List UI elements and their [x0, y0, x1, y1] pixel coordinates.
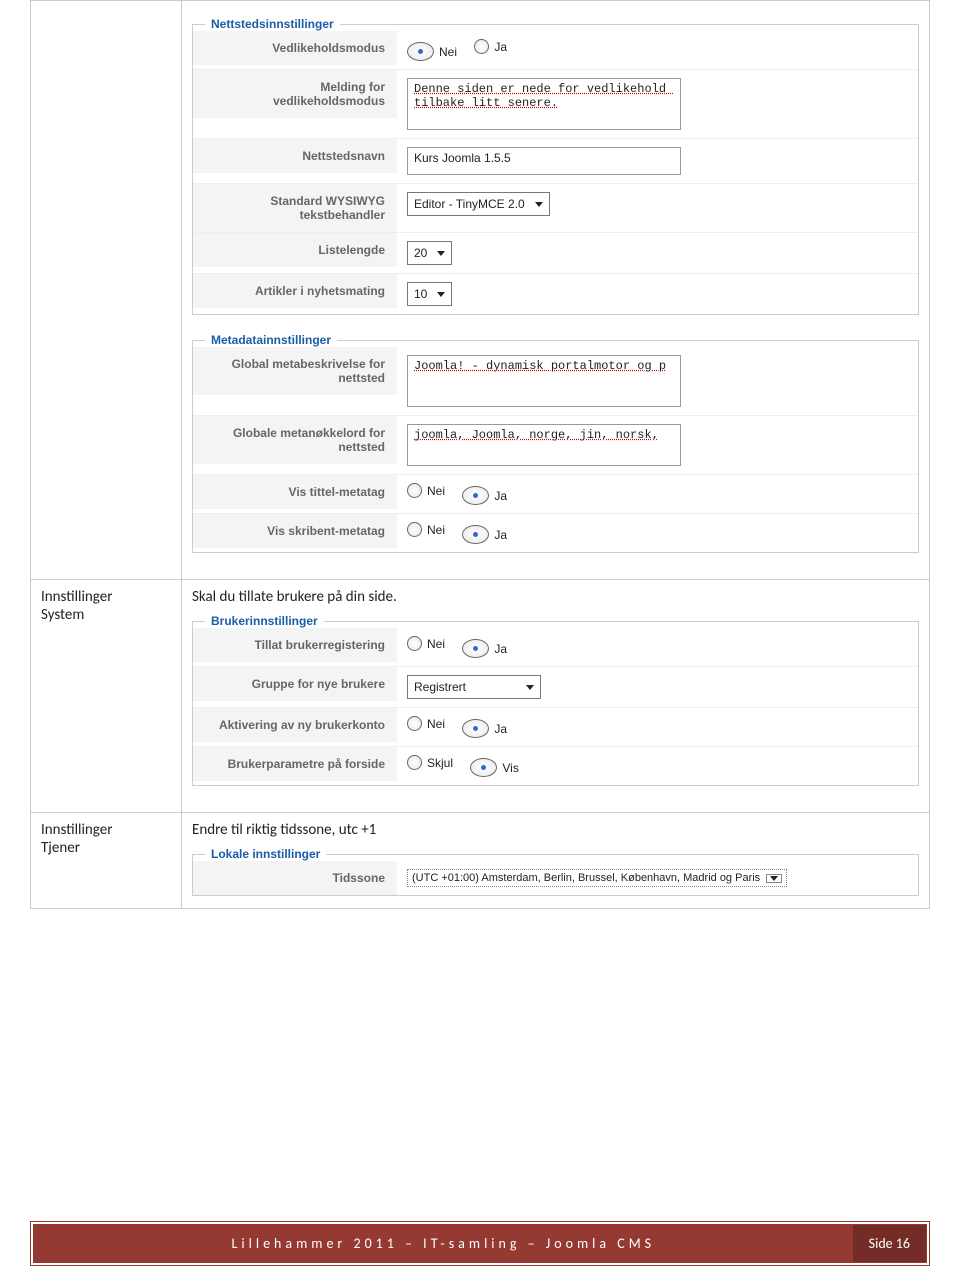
user-settings-legend: Brukerinnstillinger	[205, 614, 324, 628]
radio-icon	[407, 42, 434, 61]
group-select[interactable]: Registrert	[407, 675, 541, 699]
row3-left: Innstillinger Tjener	[31, 813, 182, 909]
site-settings-fieldset: Nettstedsinnstillinger Vedlikeholdsmodus…	[192, 17, 919, 315]
tz-select[interactable]: (UTC +01:00) Amsterdam, Berlin, Brussel,…	[407, 869, 787, 887]
radio-icon	[407, 522, 422, 537]
feedart-select[interactable]: 10	[407, 282, 452, 306]
main-table: Nettstedsinnstillinger Vedlikeholdsmodus…	[30, 0, 930, 909]
sitename-label: Nettstedsnavn	[193, 139, 397, 173]
params-hide-radio[interactable]: Skjul	[407, 755, 453, 770]
chevron-down-icon	[437, 292, 445, 297]
footer-title: Lillehammer 2011 – IT-samling – Joomla C…	[34, 1225, 853, 1262]
radio-icon	[407, 483, 422, 498]
metadesc-textarea[interactable]: Joomla! - dynamisk portalmotor og p	[407, 355, 681, 407]
chevron-down-icon	[535, 202, 543, 207]
row3-desc: Endre til riktig tidssone, utc +1	[192, 821, 919, 839]
metakeys-label: Globale metanøkkelord for nettsted	[193, 416, 397, 464]
editor-select[interactable]: Editor - TinyMCE 2.0	[407, 192, 550, 216]
maintenance-no-radio[interactable]: Nei	[407, 42, 457, 61]
site-settings-legend: Nettstedsinnstillinger	[205, 17, 340, 31]
radio-icon	[462, 639, 489, 658]
sitename-input[interactable]: Kurs Joomla 1.5.5	[407, 147, 681, 175]
row2-left: Innstillinger System	[31, 580, 182, 813]
row2-right: Skal du tillate brukere på din side. Bru…	[182, 580, 930, 813]
listlen-label: Listelengde	[193, 233, 397, 267]
radio-icon	[407, 716, 422, 731]
editor-label: Standard WYSIWYG tekstbehandler	[193, 184, 397, 232]
metakeys-textarea[interactable]: joomla, Joomla, norge, jin, norsk,	[407, 424, 681, 466]
activate-no-radio[interactable]: Nei	[407, 716, 445, 731]
titlemeta-no-radio[interactable]: Nei	[407, 483, 445, 498]
reg-yes-radio[interactable]: Ja	[462, 639, 507, 658]
maintenance-msg-label: Melding for vedlikeholdsmodus	[193, 70, 397, 118]
chevron-down-icon	[437, 251, 445, 256]
listlen-select[interactable]: 20	[407, 241, 452, 265]
meta-settings-fieldset: Metadatainnstillinger Global metabeskriv…	[192, 333, 919, 553]
page-footer: Lillehammer 2011 – IT-samling – Joomla C…	[30, 1221, 930, 1266]
radio-icon	[462, 486, 489, 505]
maintenance-label: Vedlikeholdsmodus	[193, 31, 397, 65]
row1-left	[31, 1, 182, 580]
locale-settings-legend: Lokale innstillinger	[205, 847, 326, 861]
row1-right: Nettstedsinnstillinger Vedlikeholdsmodus…	[182, 1, 930, 580]
radio-icon	[462, 525, 489, 544]
metadesc-label: Global metabeskrivelse for nettsted	[193, 347, 397, 395]
row3-left-line2: Tjener	[41, 839, 171, 857]
group-label: Gruppe for nye brukere	[193, 667, 397, 701]
row3-right: Endre til riktig tidssone, utc +1 Lokale…	[182, 813, 930, 909]
titlemeta-label: Vis tittel-metatag	[193, 475, 397, 509]
maintenance-yes-radio[interactable]: Ja	[474, 39, 507, 54]
authormeta-yes-radio[interactable]: Ja	[462, 525, 507, 544]
footer-page-number: Side 16	[853, 1225, 926, 1262]
dropdown-button	[766, 874, 782, 883]
radio-icon	[462, 719, 489, 738]
reg-label: Tillat brukerregistering	[193, 628, 397, 662]
activate-label: Aktivering av ny brukerkonto	[193, 708, 397, 742]
chevron-down-icon	[526, 685, 534, 690]
chevron-down-icon	[770, 876, 778, 881]
locale-settings-fieldset: Lokale innstillinger Tidssone (UTC +01:0…	[192, 847, 919, 896]
activate-yes-radio[interactable]: Ja	[462, 719, 507, 738]
radio-icon	[407, 755, 422, 770]
user-settings-fieldset: Brukerinnstillinger Tillat brukerregiste…	[192, 614, 919, 786]
radio-icon	[474, 39, 489, 54]
row3-left-line1: Innstillinger	[41, 821, 171, 839]
titlemeta-yes-radio[interactable]: Ja	[462, 486, 507, 505]
params-show-radio[interactable]: Vis	[470, 758, 518, 777]
authormeta-no-radio[interactable]: Nei	[407, 522, 445, 537]
authormeta-label: Vis skribent-metatag	[193, 514, 397, 548]
radio-icon	[470, 758, 497, 777]
row2-desc: Skal du tillate brukere på din side.	[192, 588, 919, 606]
reg-no-radio[interactable]: Nei	[407, 636, 445, 651]
params-label: Brukerparametre på forside	[193, 747, 397, 781]
radio-icon	[407, 636, 422, 651]
row2-left-line1: Innstillinger	[41, 588, 171, 606]
maintenance-msg-textarea[interactable]: Denne siden er nede for vedlikehold tilb…	[407, 78, 681, 130]
meta-settings-legend: Metadatainnstillinger	[205, 333, 337, 347]
tz-label: Tidssone	[193, 861, 397, 895]
feedart-label: Artikler i nyhetsmating	[193, 274, 397, 308]
row2-left-line2: System	[41, 606, 171, 624]
